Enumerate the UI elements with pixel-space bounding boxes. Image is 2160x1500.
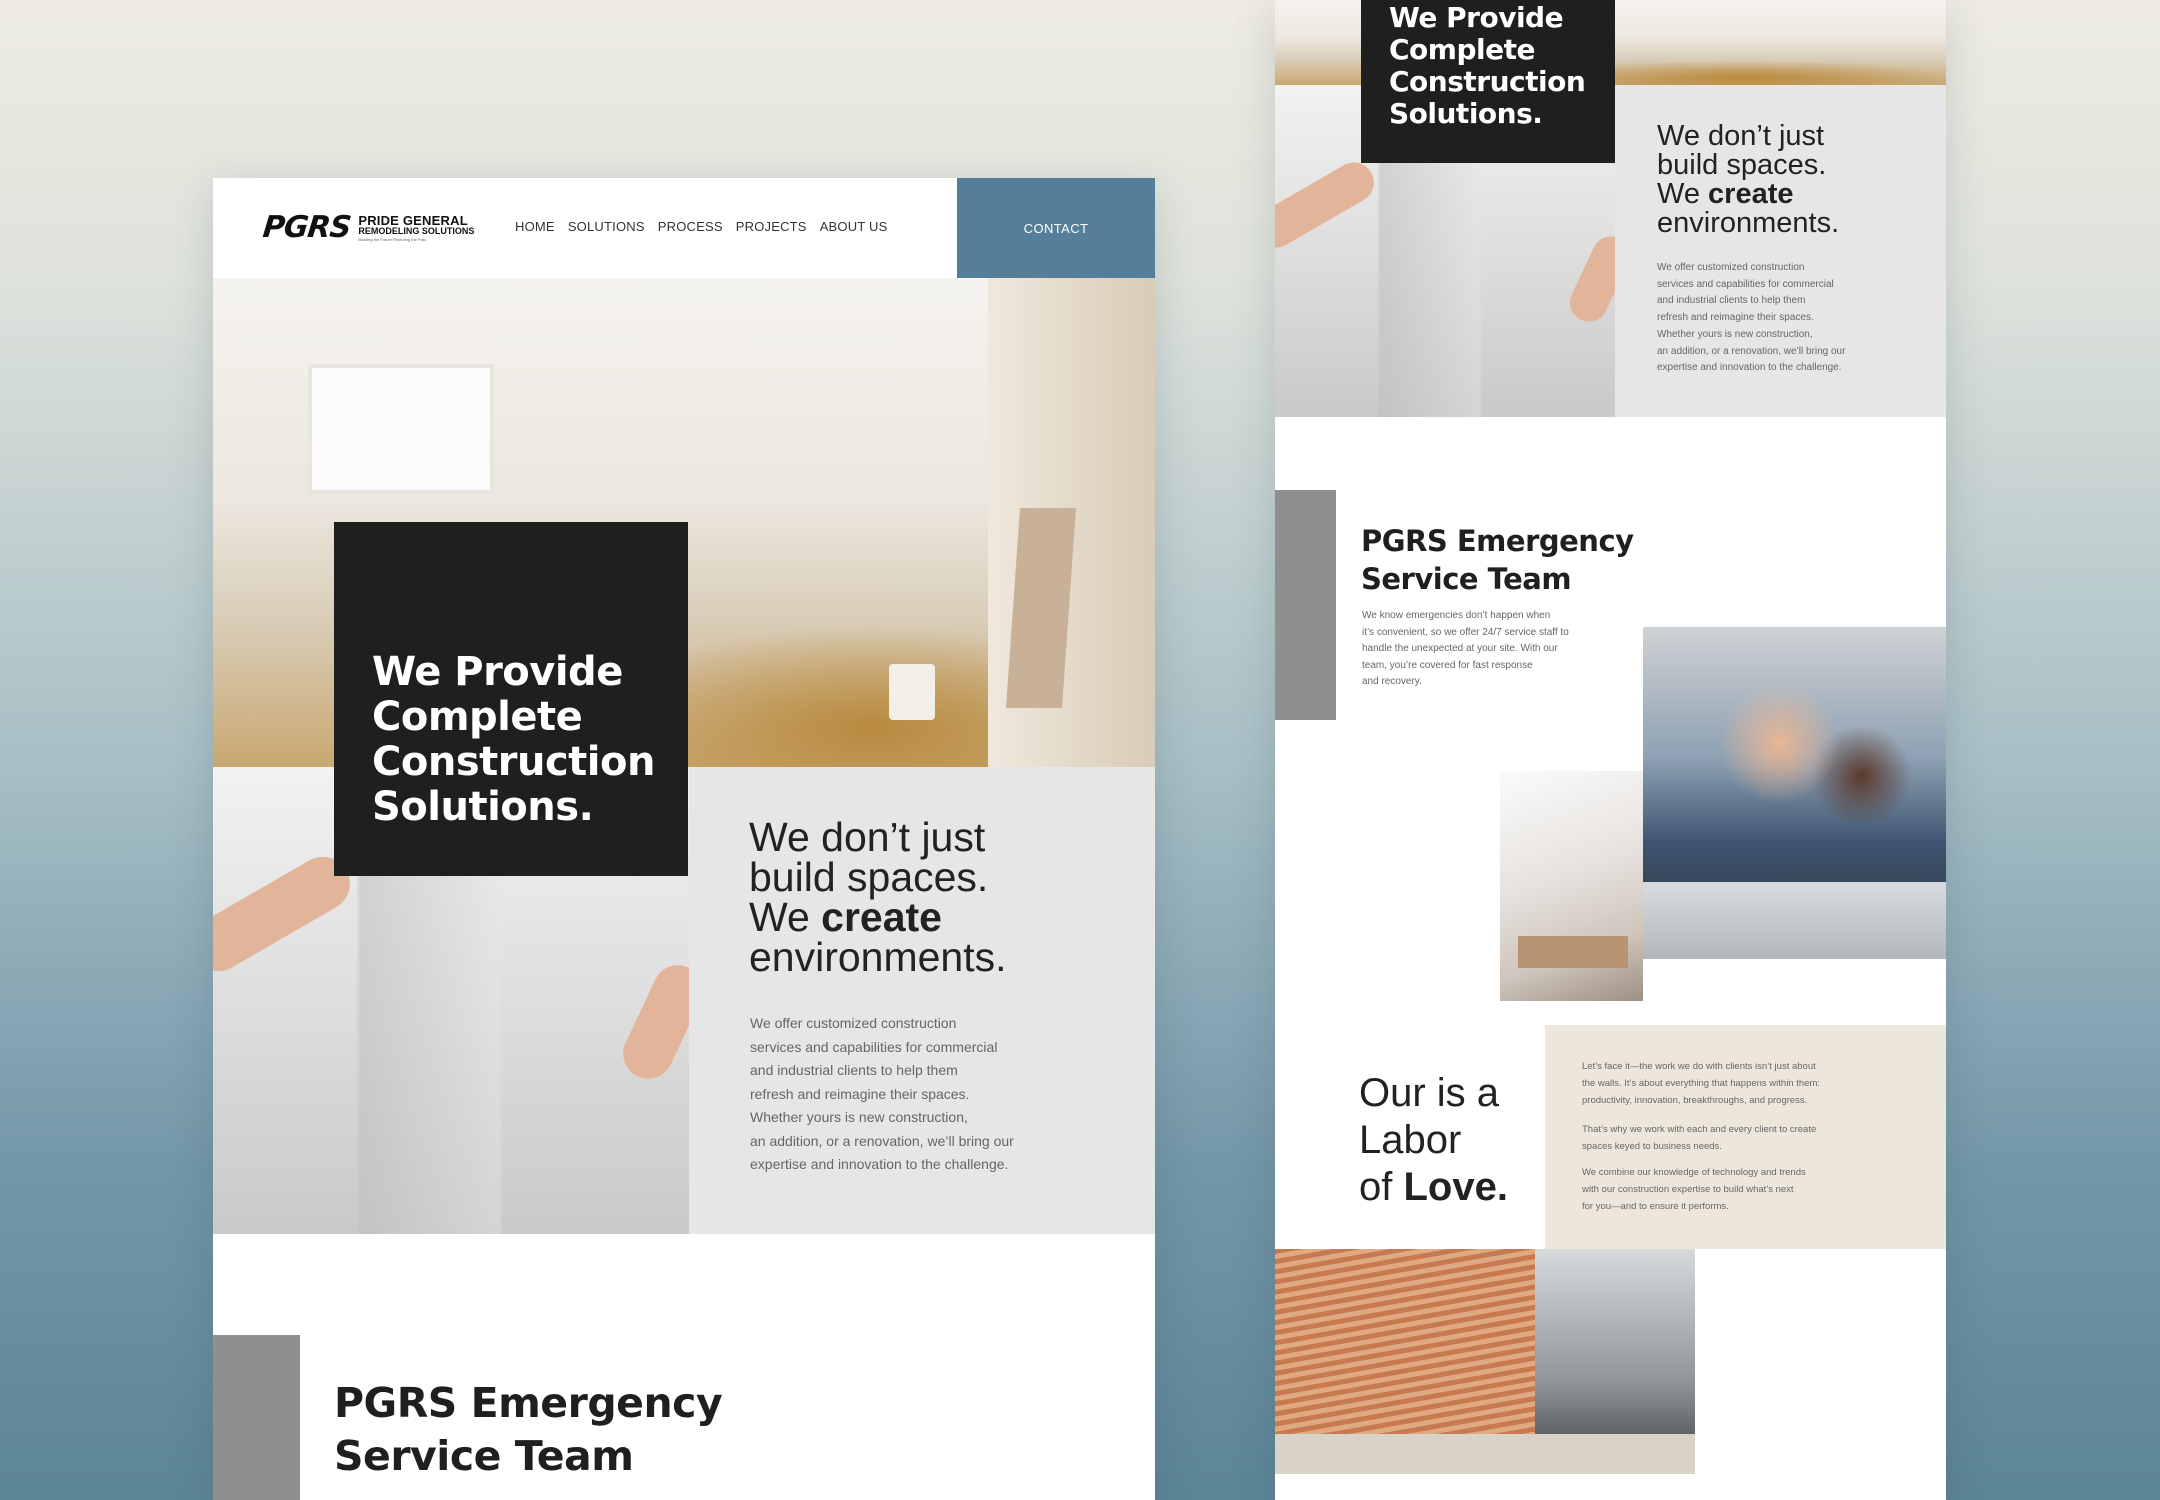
- hero-title-line: Complete: [372, 694, 583, 740]
- tagline-body: We offer customized construction service…: [1657, 260, 1845, 377]
- team-heading-line: PGRS Emergency: [1361, 524, 1634, 558]
- hero-title-line: Complete: [1389, 33, 1535, 66]
- body-line: it’s convenient, so we offer 24/7 servic…: [1362, 626, 1569, 638]
- logo-mark: PGRS: [261, 210, 353, 245]
- nav-process[interactable]: PROCESS: [658, 219, 723, 234]
- body-line: expertise and innovation to the challeng…: [1657, 362, 1842, 374]
- team-heading-line: Service Team: [1361, 562, 1572, 596]
- tagline-line: build spaces.: [1657, 149, 1827, 181]
- logo-line1: PRIDE GENERAL: [358, 212, 468, 228]
- team-body: We know emergencies don’t happen when it…: [1362, 608, 1569, 691]
- body-line: handle the unexpected at your site. With…: [1362, 643, 1558, 654]
- lobby-image: [1275, 1249, 1695, 1474]
- attic-interior-image: [1500, 771, 1643, 1001]
- love-paragraph-1: Let’s face it—the work we do with client…: [1582, 1058, 1820, 1109]
- hero-title-line: We Provide: [372, 649, 623, 695]
- body-line: Let’s face it—the work we do with client…: [1582, 1061, 1816, 1072]
- nav-projects[interactable]: PROJECTS: [736, 219, 807, 234]
- body-line: Whether yours is new construction,: [1657, 328, 1813, 340]
- tagline-body: We offer customized construction service…: [750, 1012, 1014, 1177]
- body-line: with our construction expertise to build…: [1582, 1184, 1794, 1195]
- body-line: productivity, innovation, breakthroughs,…: [1582, 1095, 1808, 1106]
- tagline-line: We create: [749, 897, 1007, 938]
- hand-left-shape: [1275, 155, 1382, 255]
- floor-shape: [1275, 1434, 1695, 1474]
- nav-solutions[interactable]: SOLUTIONS: [568, 219, 645, 234]
- navbar: PGRS PRIDE GENERAL REMODELING SOLUTIONS …: [213, 178, 1155, 278]
- love-paragraph-2: That’s why we work with each and every c…: [1582, 1121, 1816, 1155]
- blueprint-table-shape: [1643, 882, 1946, 959]
- logo-line2: REMODELING SOLUTIONS: [358, 225, 475, 236]
- tagline-line: We don’t just: [749, 814, 986, 860]
- team-heading-line: Service Team: [334, 1432, 634, 1480]
- tagline-panel: We don’t just build spaces. We create en…: [689, 767, 1155, 1234]
- main-nav: HOME SOLUTIONS PROCESS PROJECTS ABOUT US: [515, 219, 888, 234]
- section-accent-bar: [1275, 490, 1336, 720]
- window-shape: [308, 364, 494, 494]
- cabinet-shape: [1518, 936, 1628, 968]
- body-line: We combine our knowledge of technology a…: [1582, 1167, 1806, 1178]
- tagline-line: build spaces.: [749, 854, 989, 900]
- love-heading-line: of Love.: [1359, 1164, 1508, 1211]
- scrolled-page-preview: We Provide Complete Construction Solutio…: [1275, 0, 1946, 1500]
- hero-title-line: Construction: [372, 739, 655, 785]
- hero-title-line: Construction: [1389, 65, 1586, 98]
- hero-title-line: We Provide: [1389, 1, 1564, 34]
- love-heading-line: Our is a: [1359, 1071, 1500, 1115]
- section-accent-bar: [213, 1335, 300, 1500]
- logo-wordmark: PRIDE GENERAL REMODELING SOLUTIONS Build…: [358, 214, 474, 242]
- love-heading: Our is a Labor of Love.: [1359, 1070, 1508, 1211]
- hero-title-line: Solutions.: [1389, 97, 1543, 130]
- body-line: an addition, or a renovation, we’ll brin…: [750, 1132, 1014, 1149]
- tagline-panel: We don’t just build spaces. We create en…: [1615, 85, 1946, 417]
- bucket-shape: [889, 664, 935, 720]
- love-heading-emphasis: Love.: [1403, 1165, 1508, 1209]
- team-planning-image: [1643, 627, 1946, 959]
- body-line: Whether yours is new construction,: [750, 1109, 968, 1125]
- body-line: We offer customized construction: [1657, 262, 1805, 273]
- hero-title-box: We Provide Complete Construction Solutio…: [1361, 0, 1615, 163]
- logo-tagline: Building the Future Restoring the Past: [358, 236, 426, 242]
- tagline-line: We don’t just: [1657, 120, 1825, 152]
- body-line: and recovery.: [1362, 676, 1422, 687]
- hero-title: We Provide Complete Construction Solutio…: [372, 650, 655, 830]
- body-line: expertise and innovation to the challeng…: [750, 1156, 1009, 1172]
- body-line: team, you’re covered for fast response: [1362, 659, 1533, 671]
- body-line: refresh and reimagine their spaces.: [1657, 312, 1814, 324]
- hero-title: We Provide Complete Construction Solutio…: [1389, 1, 1586, 130]
- team-heading-line: PGRS Emergency: [334, 1379, 723, 1427]
- body-line: and industrial clients to help them: [1657, 295, 1806, 307]
- body-line: for you—and to ensure it performs.: [1582, 1201, 1729, 1212]
- nav-home[interactable]: HOME: [515, 219, 555, 234]
- body-line: We offer customized construction: [750, 1015, 957, 1031]
- desktop-page-preview: PGRS PRIDE GENERAL REMODELING SOLUTIONS …: [213, 178, 1155, 1500]
- tagline-line: environments.: [1657, 207, 1840, 239]
- tagline-line: environments.: [749, 934, 1007, 980]
- body-line: refresh and reimagine their spaces.: [750, 1085, 970, 1102]
- body-line: spaces keyed to business needs.: [1582, 1141, 1722, 1152]
- love-copy-panel: Let’s face it—the work we do with client…: [1545, 1025, 1946, 1249]
- body-line: services and capabilities for commercial: [1657, 278, 1834, 290]
- nav-about-us[interactable]: ABOUT US: [820, 219, 888, 234]
- contact-button[interactable]: CONTACT: [957, 178, 1155, 278]
- tagline-emphasis: create: [1708, 178, 1794, 210]
- love-heading-text: of: [1359, 1165, 1404, 1209]
- logo[interactable]: PGRS PRIDE GENERAL REMODELING SOLUTIONS …: [261, 210, 474, 245]
- tagline-heading: We don’t just build spaces. We create en…: [1657, 122, 1839, 238]
- body-line: an addition, or a renovation, we’ll brin…: [1657, 345, 1846, 357]
- body-line: and industrial clients to help them: [750, 1062, 958, 1078]
- body-line: That’s why we work with each and every c…: [1582, 1124, 1817, 1135]
- body-line: We know emergencies don’t happen when: [1362, 610, 1551, 621]
- tagline-line: We create: [1657, 180, 1839, 209]
- team-heading: PGRS Emergency Service Team: [1361, 522, 1634, 598]
- body-line: the walls. It’s about everything that ha…: [1582, 1078, 1820, 1089]
- tagline-text: We: [1657, 178, 1709, 210]
- hero-title-box: We Provide Complete Construction Solutio…: [334, 522, 688, 876]
- love-heading-line: Labor: [1359, 1118, 1462, 1162]
- tagline-heading: We don’t just build spaces. We create en…: [749, 814, 1007, 980]
- hero-title-line: Solutions.: [372, 784, 594, 830]
- body-line: services and capabilities for commercial: [750, 1038, 998, 1055]
- team-heading: PGRS Emergency Service Team: [334, 1377, 723, 1483]
- love-paragraph-3: We combine our knowledge of technology a…: [1582, 1164, 1806, 1215]
